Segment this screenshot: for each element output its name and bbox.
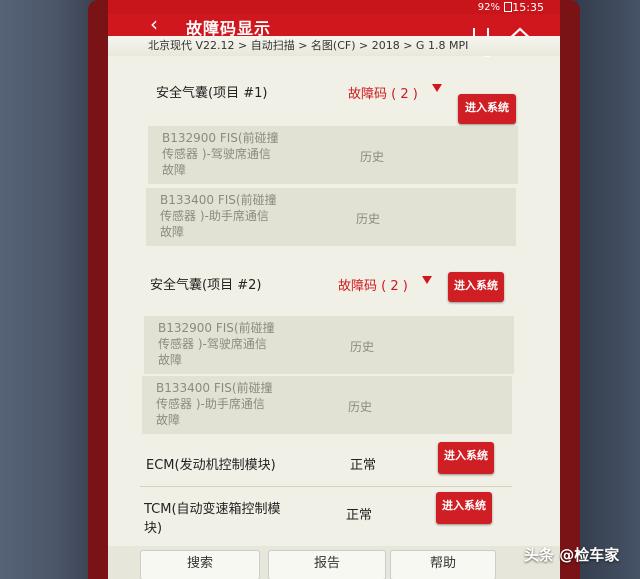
clock: 15:35	[512, 1, 544, 14]
content-list: 安全气囊(项目 #1) 故障码 ( 2 ) 进入系统 B132900 FIS(前…	[108, 58, 560, 579]
enter-system-button-tcm[interactable]: 进入系统	[436, 492, 492, 524]
triangle-down-icon[interactable]	[422, 276, 432, 284]
background-left	[0, 0, 95, 579]
fault-description: B133400 FIS(前碰撞 传感器 )-助手席通信 故障	[160, 192, 277, 240]
fault-line: 传感器 )-驾驶席通信	[162, 147, 271, 161]
fault-state: 历史	[360, 150, 385, 164]
breadcrumb-text: 北京现代 V22.12 > 自动扫描 > 名图(CF) > 2018 > G 1…	[148, 39, 469, 52]
fault-line: 故障	[162, 163, 187, 177]
report-button[interactable]: 报告	[268, 550, 386, 579]
fault-line: 故障	[158, 353, 183, 367]
fault-line: 传感器 )-驾驶席通信	[158, 337, 267, 351]
fault-line: 故障	[156, 413, 181, 427]
status-bar: 92% 15:35	[108, 0, 560, 14]
battery-level: 92%	[477, 2, 500, 13]
triangle-down-icon[interactable]	[432, 84, 442, 92]
fault-line: B132900 FIS(前碰撞	[162, 131, 279, 145]
fault-state: 历史	[348, 400, 373, 414]
enter-system-button-ecm[interactable]: 进入系统	[438, 442, 494, 474]
dtc-count: 故障码 ( 2 )	[348, 87, 418, 102]
fault-description: B133400 FIS(前碰撞 传感器 )-助手席通信 故障	[156, 380, 273, 428]
section-name: 安全气囊(项目 #2)	[150, 278, 262, 293]
fault-row: B132900 FIS(前碰撞 传感器 )-驾驶席通信 故障 历史	[148, 126, 518, 184]
fault-line: B133400 FIS(前碰撞	[160, 193, 277, 207]
fault-line: B132900 FIS(前碰撞	[158, 321, 275, 335]
fault-line: 传感器 )-助手席通信	[160, 209, 269, 223]
fault-state: 历史	[350, 340, 375, 354]
fault-state: 历史	[356, 212, 381, 226]
module-state: 正常	[346, 508, 373, 523]
module-name-line: TCM(自动变速箱控制模	[144, 502, 281, 517]
fault-line: 传感器 )-助手席通信	[156, 397, 265, 411]
enter-system-button-airbag-2[interactable]: 进入系统	[448, 272, 504, 302]
back-arrow-icon[interactable]: ‹	[150, 14, 158, 34]
battery-icon	[504, 2, 512, 12]
fault-description: B132900 FIS(前碰撞 传感器 )-驾驶席通信 故障	[158, 320, 275, 368]
enter-system-button-airbag-1[interactable]: 进入系统	[458, 94, 516, 124]
fault-row: B132900 FIS(前碰撞 传感器 )-驾驶席通信 故障 历史	[144, 316, 514, 374]
search-button[interactable]: 搜索	[140, 550, 260, 579]
divider	[140, 486, 512, 487]
fault-row: B133400 FIS(前碰撞 传感器 )-助手席通信 故障 历史	[146, 188, 516, 246]
dtc-count: 故障码 ( 2 )	[338, 279, 408, 294]
watermark: 头条 @检车家	[524, 546, 620, 564]
module-state: 正常	[350, 458, 377, 473]
module-name: TCM(自动变速箱控制模 块)	[144, 498, 281, 536]
screen: 92% 15:35 ‹ 故障码显示 北京现代 V22.12 > 自动扫描 > 名…	[108, 0, 560, 579]
fault-description: B132900 FIS(前碰撞 传感器 )-驾驶席通信 故障	[162, 130, 279, 178]
module-name: ECM(发动机控制模块)	[146, 458, 276, 473]
breadcrumb: 北京现代 V22.12 > 自动扫描 > 名图(CF) > 2018 > G 1…	[108, 36, 560, 56]
help-button[interactable]: 帮助	[390, 550, 496, 579]
section-name: 安全气囊(项目 #1)	[156, 86, 268, 101]
fault-line: B133400 FIS(前碰撞	[156, 381, 273, 395]
module-name-line: 块)	[144, 521, 163, 536]
fault-line: 故障	[160, 225, 185, 239]
fault-row: B133400 FIS(前碰撞 传感器 )-助手席通信 故障 历史	[142, 376, 512, 434]
